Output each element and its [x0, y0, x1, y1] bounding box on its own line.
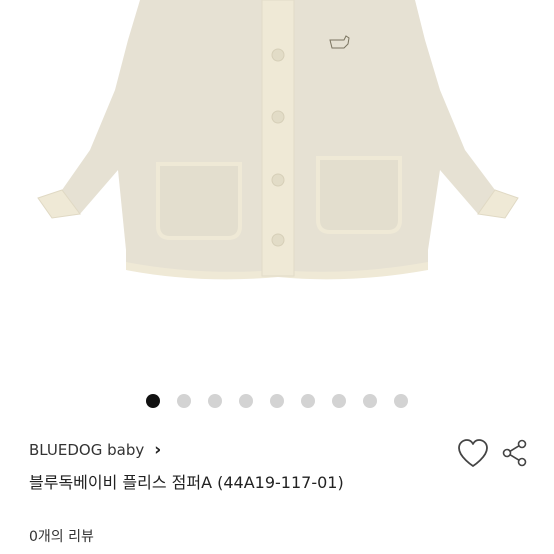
carousel-dot[interactable] — [177, 394, 191, 408]
product-image[interactable] — [0, 0, 554, 380]
carousel-dot[interactable] — [208, 394, 222, 408]
jacket-button — [271, 110, 285, 124]
carousel-dot[interactable] — [363, 394, 377, 408]
carousel-dot[interactable] — [146, 394, 160, 408]
review-count[interactable]: 0개의 리뷰 — [29, 526, 94, 546]
carousel-dot[interactable] — [332, 394, 346, 408]
share-icon[interactable] — [500, 438, 530, 468]
jacket-button — [271, 233, 285, 247]
right-pocket — [316, 156, 402, 234]
product-title: 블루독베이비 플리스 점퍼A (44A19-117-01) — [29, 473, 344, 492]
carousel-dot[interactable] — [301, 394, 315, 408]
jacket-button — [271, 48, 285, 62]
left-pocket — [156, 162, 242, 240]
carousel-dot[interactable] — [270, 394, 284, 408]
heart-outline-icon[interactable] — [456, 437, 490, 469]
carousel-dot[interactable] — [239, 394, 253, 408]
image-carousel-indicator[interactable] — [0, 394, 554, 408]
brand-link[interactable]: BLUEDOG baby › — [29, 440, 161, 460]
carousel-dot[interactable] — [394, 394, 408, 408]
chevron-right-icon: › — [154, 440, 162, 460]
jacket-button — [271, 173, 285, 187]
brand-name: BLUEDOG baby — [29, 441, 145, 459]
